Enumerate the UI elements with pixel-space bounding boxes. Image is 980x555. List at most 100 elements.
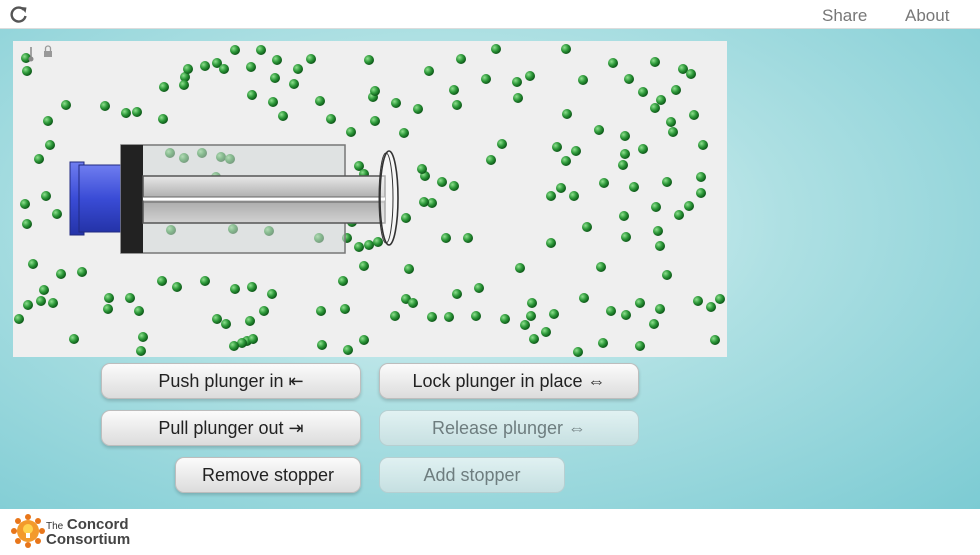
- gas-molecule: [561, 156, 571, 166]
- gas-molecule: [103, 304, 113, 314]
- gas-molecule: [45, 140, 55, 150]
- about-link[interactable]: About: [905, 6, 949, 26]
- gas-molecule: [14, 314, 24, 324]
- gas-molecule: [121, 108, 131, 118]
- gas-molecule: [36, 296, 46, 306]
- gas-molecule: [424, 66, 434, 76]
- add-stopper-button[interactable]: Add stopper: [379, 457, 565, 493]
- gas-molecule: [179, 80, 189, 90]
- gas-molecule: [497, 139, 507, 149]
- gas-molecule: [656, 95, 666, 105]
- gas-molecule: [293, 64, 303, 74]
- gas-molecule: [463, 233, 473, 243]
- gas-molecule: [651, 202, 661, 212]
- gas-molecule: [449, 181, 459, 191]
- lock-icon[interactable]: [44, 45, 52, 57]
- gas-molecule: [136, 346, 146, 356]
- gas-molecule: [638, 87, 648, 97]
- gas-molecule: [715, 294, 725, 304]
- gas-molecule: [316, 306, 326, 316]
- gas-molecule: [48, 298, 58, 308]
- gas-molecule: [562, 109, 572, 119]
- gas-molecule: [638, 144, 648, 154]
- gas-molecule: [259, 306, 269, 316]
- gas-molecule: [370, 116, 380, 126]
- gas-molecule: [404, 264, 414, 274]
- gas-molecule: [629, 182, 639, 192]
- gas-molecule: [541, 327, 551, 337]
- gas-molecule: [520, 320, 530, 330]
- concord-logo[interactable]: [10, 513, 46, 549]
- gas-molecule: [52, 209, 62, 219]
- gas-molecule: [200, 276, 210, 286]
- gas-molecule: [373, 237, 383, 247]
- gas-molecule: [666, 117, 676, 127]
- gas-molecule: [621, 310, 631, 320]
- gas-molecule: [449, 85, 459, 95]
- stopper[interactable]: [379, 150, 399, 246]
- gas-molecule: [39, 285, 49, 295]
- share-link[interactable]: Share: [822, 6, 867, 26]
- lock-plunger-button[interactable]: Lock plunger in place ⇔: [379, 363, 639, 399]
- gas-molecule: [41, 191, 51, 201]
- gas-molecule: [256, 45, 266, 55]
- gas-molecule: [364, 240, 374, 250]
- gas-molecule: [138, 332, 148, 342]
- gas-molecule: [268, 97, 278, 107]
- push-plunger-button[interactable]: Push plunger in ⇤: [101, 363, 361, 399]
- gas-molecule: [28, 259, 38, 269]
- pull-plunger-button[interactable]: Pull plunger out ⇥: [101, 410, 361, 446]
- gas-molecule: [246, 62, 256, 72]
- gas-molecule: [391, 98, 401, 108]
- gas-molecule: [354, 242, 364, 252]
- gas-molecule: [212, 314, 222, 324]
- gas-molecule: [408, 298, 418, 308]
- gas-molecule: [620, 131, 630, 141]
- gas-molecule: [549, 309, 559, 319]
- gas-molecule: [338, 276, 348, 286]
- plunger-head: [121, 145, 143, 253]
- brand-sub: Consortium: [46, 531, 131, 548]
- gas-molecule: [653, 226, 663, 236]
- gas-molecule: [608, 58, 618, 68]
- gas-molecule: [359, 335, 369, 345]
- gas-molecule: [582, 222, 592, 232]
- gas-molecule: [491, 44, 501, 54]
- gas-molecule: [20, 199, 30, 209]
- gas-molecule: [671, 85, 681, 95]
- gas-molecule: [247, 90, 257, 100]
- gas-molecule: [579, 293, 589, 303]
- gas-molecule: [571, 146, 581, 156]
- gas-molecule: [693, 296, 703, 306]
- gas-molecule: [684, 201, 694, 211]
- gas-molecule: [230, 284, 240, 294]
- gas-molecule: [552, 142, 562, 152]
- gas-molecule: [546, 191, 556, 201]
- gas-molecule: [230, 45, 240, 55]
- remove-stopper-button[interactable]: Remove stopper: [175, 457, 361, 493]
- gas-molecule: [437, 177, 447, 187]
- gas-molecule: [157, 276, 167, 286]
- plunger-handle-grip[interactable]: [78, 164, 122, 233]
- gas-molecule: [500, 314, 510, 324]
- gas-molecule: [598, 338, 608, 348]
- gas-molecule: [401, 213, 411, 223]
- gas-molecule: [512, 77, 522, 87]
- brand-text: The Concord Consortium: [46, 517, 131, 548]
- gas-molecule: [706, 302, 716, 312]
- gas-molecule: [289, 79, 299, 89]
- footer: The Concord Consortium: [0, 509, 980, 555]
- gas-molecule: [104, 293, 114, 303]
- reload-icon[interactable]: [10, 6, 28, 24]
- release-plunger-button[interactable]: Release plunger ⇔: [379, 410, 639, 446]
- top-bar: Share About: [0, 0, 980, 29]
- gas-molecule: [474, 283, 484, 293]
- gas-molecule: [134, 306, 144, 316]
- gas-molecule: [452, 289, 462, 299]
- gas-molecule: [594, 125, 604, 135]
- gas-molecule: [527, 298, 537, 308]
- gas-molecule: [471, 311, 481, 321]
- gas-molecule: [441, 233, 451, 243]
- gas-molecule: [686, 69, 696, 79]
- gas-molecule: [306, 54, 316, 64]
